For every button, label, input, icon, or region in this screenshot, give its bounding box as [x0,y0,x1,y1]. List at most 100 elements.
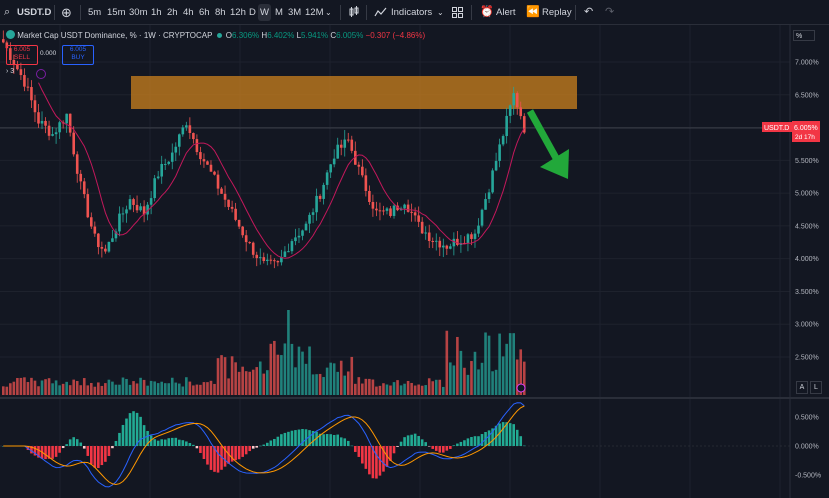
alert-clock-icon[interactable]: ⏰ [480,0,494,25]
oscillator-scale-label: 0.000% [795,444,819,451]
histogram-bar [128,413,132,446]
indicator-visibility-icon[interactable] [36,69,46,79]
alert-button[interactable]: Alert [496,0,516,25]
interval-4h[interactable]: 4h [183,0,194,25]
candle-body [491,170,494,193]
auto-scale-button[interactable]: A [796,381,808,394]
interval-5m[interactable]: 5m [88,0,101,25]
histogram-bar [44,446,47,460]
volume-bar [86,385,90,395]
volume-bar [399,385,403,395]
interval-1h[interactable]: 1h [151,0,162,25]
histogram-bar [424,442,427,446]
histogram-bar [410,434,413,446]
interval-w-selected[interactable]: W [258,4,271,21]
resistance-zone-rectangle[interactable] [131,76,577,109]
histogram-bar [68,439,72,446]
layouts-grid-icon[interactable] [452,0,463,25]
buy-button[interactable]: 6.005 BUY [62,45,94,65]
symbol-name[interactable]: USDT.D [17,0,51,25]
volume-bar [350,356,354,395]
candle-body [170,152,174,162]
undo-icon[interactable]: ↶ [584,0,593,25]
histogram-bar [339,437,343,446]
volume-bar [487,335,491,395]
histogram-bar [206,446,209,465]
volume-bar [258,361,262,395]
candle-body [163,163,167,165]
sell-button[interactable]: 6.005 SELL [6,45,38,65]
interval-d[interactable]: D [249,0,256,25]
histogram-bar [185,441,188,446]
candle-body [442,245,445,248]
histogram-bar [170,437,174,446]
volume-bar [459,350,463,395]
interval-12h[interactable]: 12h [230,0,246,25]
volume-bar [276,354,280,395]
interval-m[interactable]: M [275,0,283,25]
compare-symbol-plus-icon[interactable]: ⊕ [61,0,72,25]
volume-bar [280,355,283,395]
indicator-count: 3 [10,68,15,75]
toolbar-divider [54,5,55,20]
interval-3m[interactable]: 3M [288,0,301,25]
histogram-bar [512,424,515,446]
interval-15m[interactable]: 15m [107,0,125,25]
replay-rewind-icon[interactable]: ⏪ [526,0,540,25]
volume-bar [449,362,452,395]
interval-dropdown-chevron-icon[interactable]: ⌄ [325,0,332,25]
indicators-icon[interactable] [374,0,387,25]
candle-body [434,240,438,242]
chart-area[interactable]: 7.000%6.500%6.000%5.500%5.000%4.500%4.00… [0,25,829,498]
volume-bar [149,380,153,395]
legend-high-value: 6.402% [267,31,295,40]
candle-body [413,212,417,216]
volume-bar [26,382,30,395]
candle-body [181,127,185,135]
volume-bar [361,383,364,395]
volume-bar [153,381,156,395]
symbol-search-icon[interactable]: ⌕ [4,0,10,25]
volume-bar [206,382,209,395]
scale-unit-box[interactable]: % [793,30,815,41]
oscillator-scale[interactable]: 0.500% 0.000% -0.500% [795,415,821,480]
down-arrow-drawing[interactable] [526,109,569,179]
toolbar-divider [80,5,81,20]
legend-interval: 1W [143,31,156,40]
redo-icon[interactable]: ↷ [605,0,614,25]
candle-body [346,139,350,141]
bar-style-candles-icon[interactable] [348,0,360,25]
histogram-bar [199,446,202,454]
indicators-collapse-toggle[interactable]: › 3 [6,68,14,75]
candle-body [297,235,301,238]
indicators-button[interactable]: Indicators [391,0,432,25]
log-scale-button[interactable]: L [810,381,822,394]
interval-2h[interactable]: 2h [167,0,178,25]
volume-bar [501,356,505,395]
candle-body [251,242,255,255]
volume-bar [128,384,132,395]
volume-bar [505,343,508,395]
volume-bar [30,377,33,395]
indicators-chevron-icon[interactable]: ⌄ [437,0,444,25]
interval-8h[interactable]: 8h [215,0,226,25]
histogram-bar [406,435,410,446]
interval-6h[interactable]: 6h [199,0,210,25]
histogram-bar [104,446,107,462]
histogram-bar [357,446,361,457]
replay-marker-icon[interactable] [516,383,526,393]
replay-button[interactable]: Replay [542,0,572,25]
volume-bar [139,377,142,395]
interval-12m[interactable]: 12M [305,0,323,25]
volume-bar [47,378,51,395]
price-scale[interactable]: 7.000%6.500%6.000%5.500%5.000%4.500%4.00… [795,60,819,362]
volume-bar [494,369,498,395]
candle-body [26,86,30,88]
histogram-bar [392,446,396,454]
price-scale-label: 5.500% [795,158,819,165]
legend-close-value: 6.005% [336,31,364,40]
candle-body [508,105,512,116]
volume-bar [125,378,128,395]
candle-body [33,100,37,113]
interval-30m[interactable]: 30m [129,0,147,25]
